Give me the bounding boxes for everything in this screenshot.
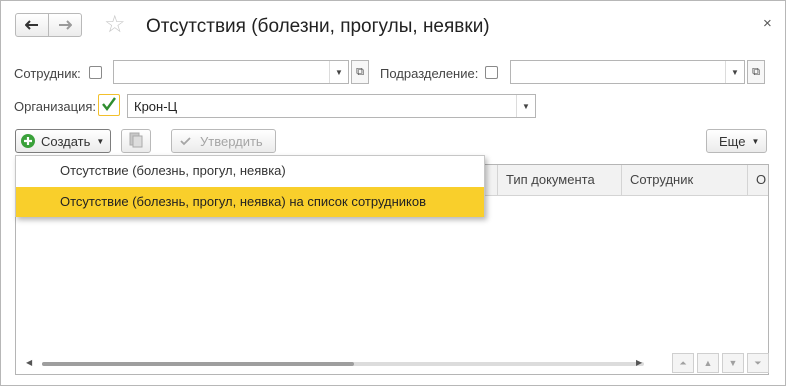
department-filter-checkbox[interactable]	[485, 66, 498, 79]
page-title: Отсутствия (болезни, прогулы, неявки)	[146, 16, 490, 37]
department-open-button[interactable]: ⧉	[747, 60, 765, 84]
go-last-icon[interactable]: ⏷	[747, 353, 769, 373]
checkmark-icon	[180, 134, 191, 149]
menu-item-absence-employee-list[interactable]: Отсутствие (болезнь, прогул, неявка) на …	[16, 187, 484, 217]
employee-label: Сотрудник:	[14, 66, 81, 81]
go-up-icon[interactable]: ▲	[697, 353, 719, 373]
go-down-icon[interactable]: ▼	[722, 353, 744, 373]
chevron-down-icon[interactable]: ▼	[329, 61, 348, 83]
back-button[interactable]	[15, 13, 49, 37]
more-button-label: Еще	[719, 133, 746, 149]
arrow-right-icon	[58, 18, 73, 33]
chevron-down-icon[interactable]: ▼	[725, 61, 744, 83]
create-button[interactable]: Создать ▼	[15, 129, 111, 153]
open-form-icon: ⧉	[356, 65, 364, 78]
close-icon[interactable]: ×	[763, 15, 772, 32]
go-first-icon[interactable]: ⏶	[672, 353, 694, 373]
employee-filter-checkbox[interactable]	[89, 66, 102, 79]
open-form-icon: ⧉	[752, 65, 760, 78]
chevron-down-icon: ▼	[751, 136, 760, 146]
scroll-left-icon[interactable]: ◀	[26, 358, 32, 367]
column-doc-type[interactable]: Тип документа	[497, 165, 612, 195]
approve-button-label: Утвердить	[200, 133, 263, 149]
department-label: Подразделение:	[380, 66, 479, 81]
star-icon[interactable]: ☆	[104, 13, 126, 37]
organization-field[interactable]: Крон-Ц ▼	[127, 94, 536, 118]
create-dropdown-menu: Отсутствие (болезнь, прогул, неявка) Отс…	[15, 155, 485, 217]
organization-filter-checkbox[interactable]	[98, 94, 120, 116]
organization-label: Организация:	[14, 99, 97, 114]
scrollbar-thumb[interactable]	[42, 362, 354, 366]
arrow-left-icon	[24, 18, 39, 33]
form-window: ☆ Отсутствия (болезни, прогулы, неявки) …	[0, 0, 786, 386]
chevron-down-icon: ▼	[96, 136, 105, 146]
organization-field-value: Крон-Ц	[134, 99, 178, 114]
copy-button[interactable]	[121, 129, 151, 153]
copy-document-icon	[129, 132, 143, 151]
approve-button[interactable]: Утвердить	[171, 129, 276, 153]
department-field[interactable]: ▼	[510, 60, 745, 84]
employee-open-button[interactable]: ⧉	[351, 60, 369, 84]
forward-button[interactable]	[48, 13, 82, 37]
chevron-down-icon[interactable]: ▼	[516, 95, 535, 117]
column-truncated[interactable]: О	[747, 165, 770, 195]
menu-item-absence[interactable]: Отсутствие (болезнь, прогул, неявка)	[16, 156, 484, 186]
plus-circle-icon	[21, 134, 35, 148]
create-button-label: Создать	[41, 133, 91, 149]
horizontal-scrollbar[interactable]	[42, 362, 644, 366]
checkmark-icon	[102, 96, 116, 115]
employee-field[interactable]: ▼	[113, 60, 349, 84]
scroll-right-icon[interactable]: ▶	[636, 358, 642, 367]
column-employee[interactable]: Сотрудник	[621, 165, 740, 195]
more-button[interactable]: Еще ▼	[706, 129, 767, 153]
